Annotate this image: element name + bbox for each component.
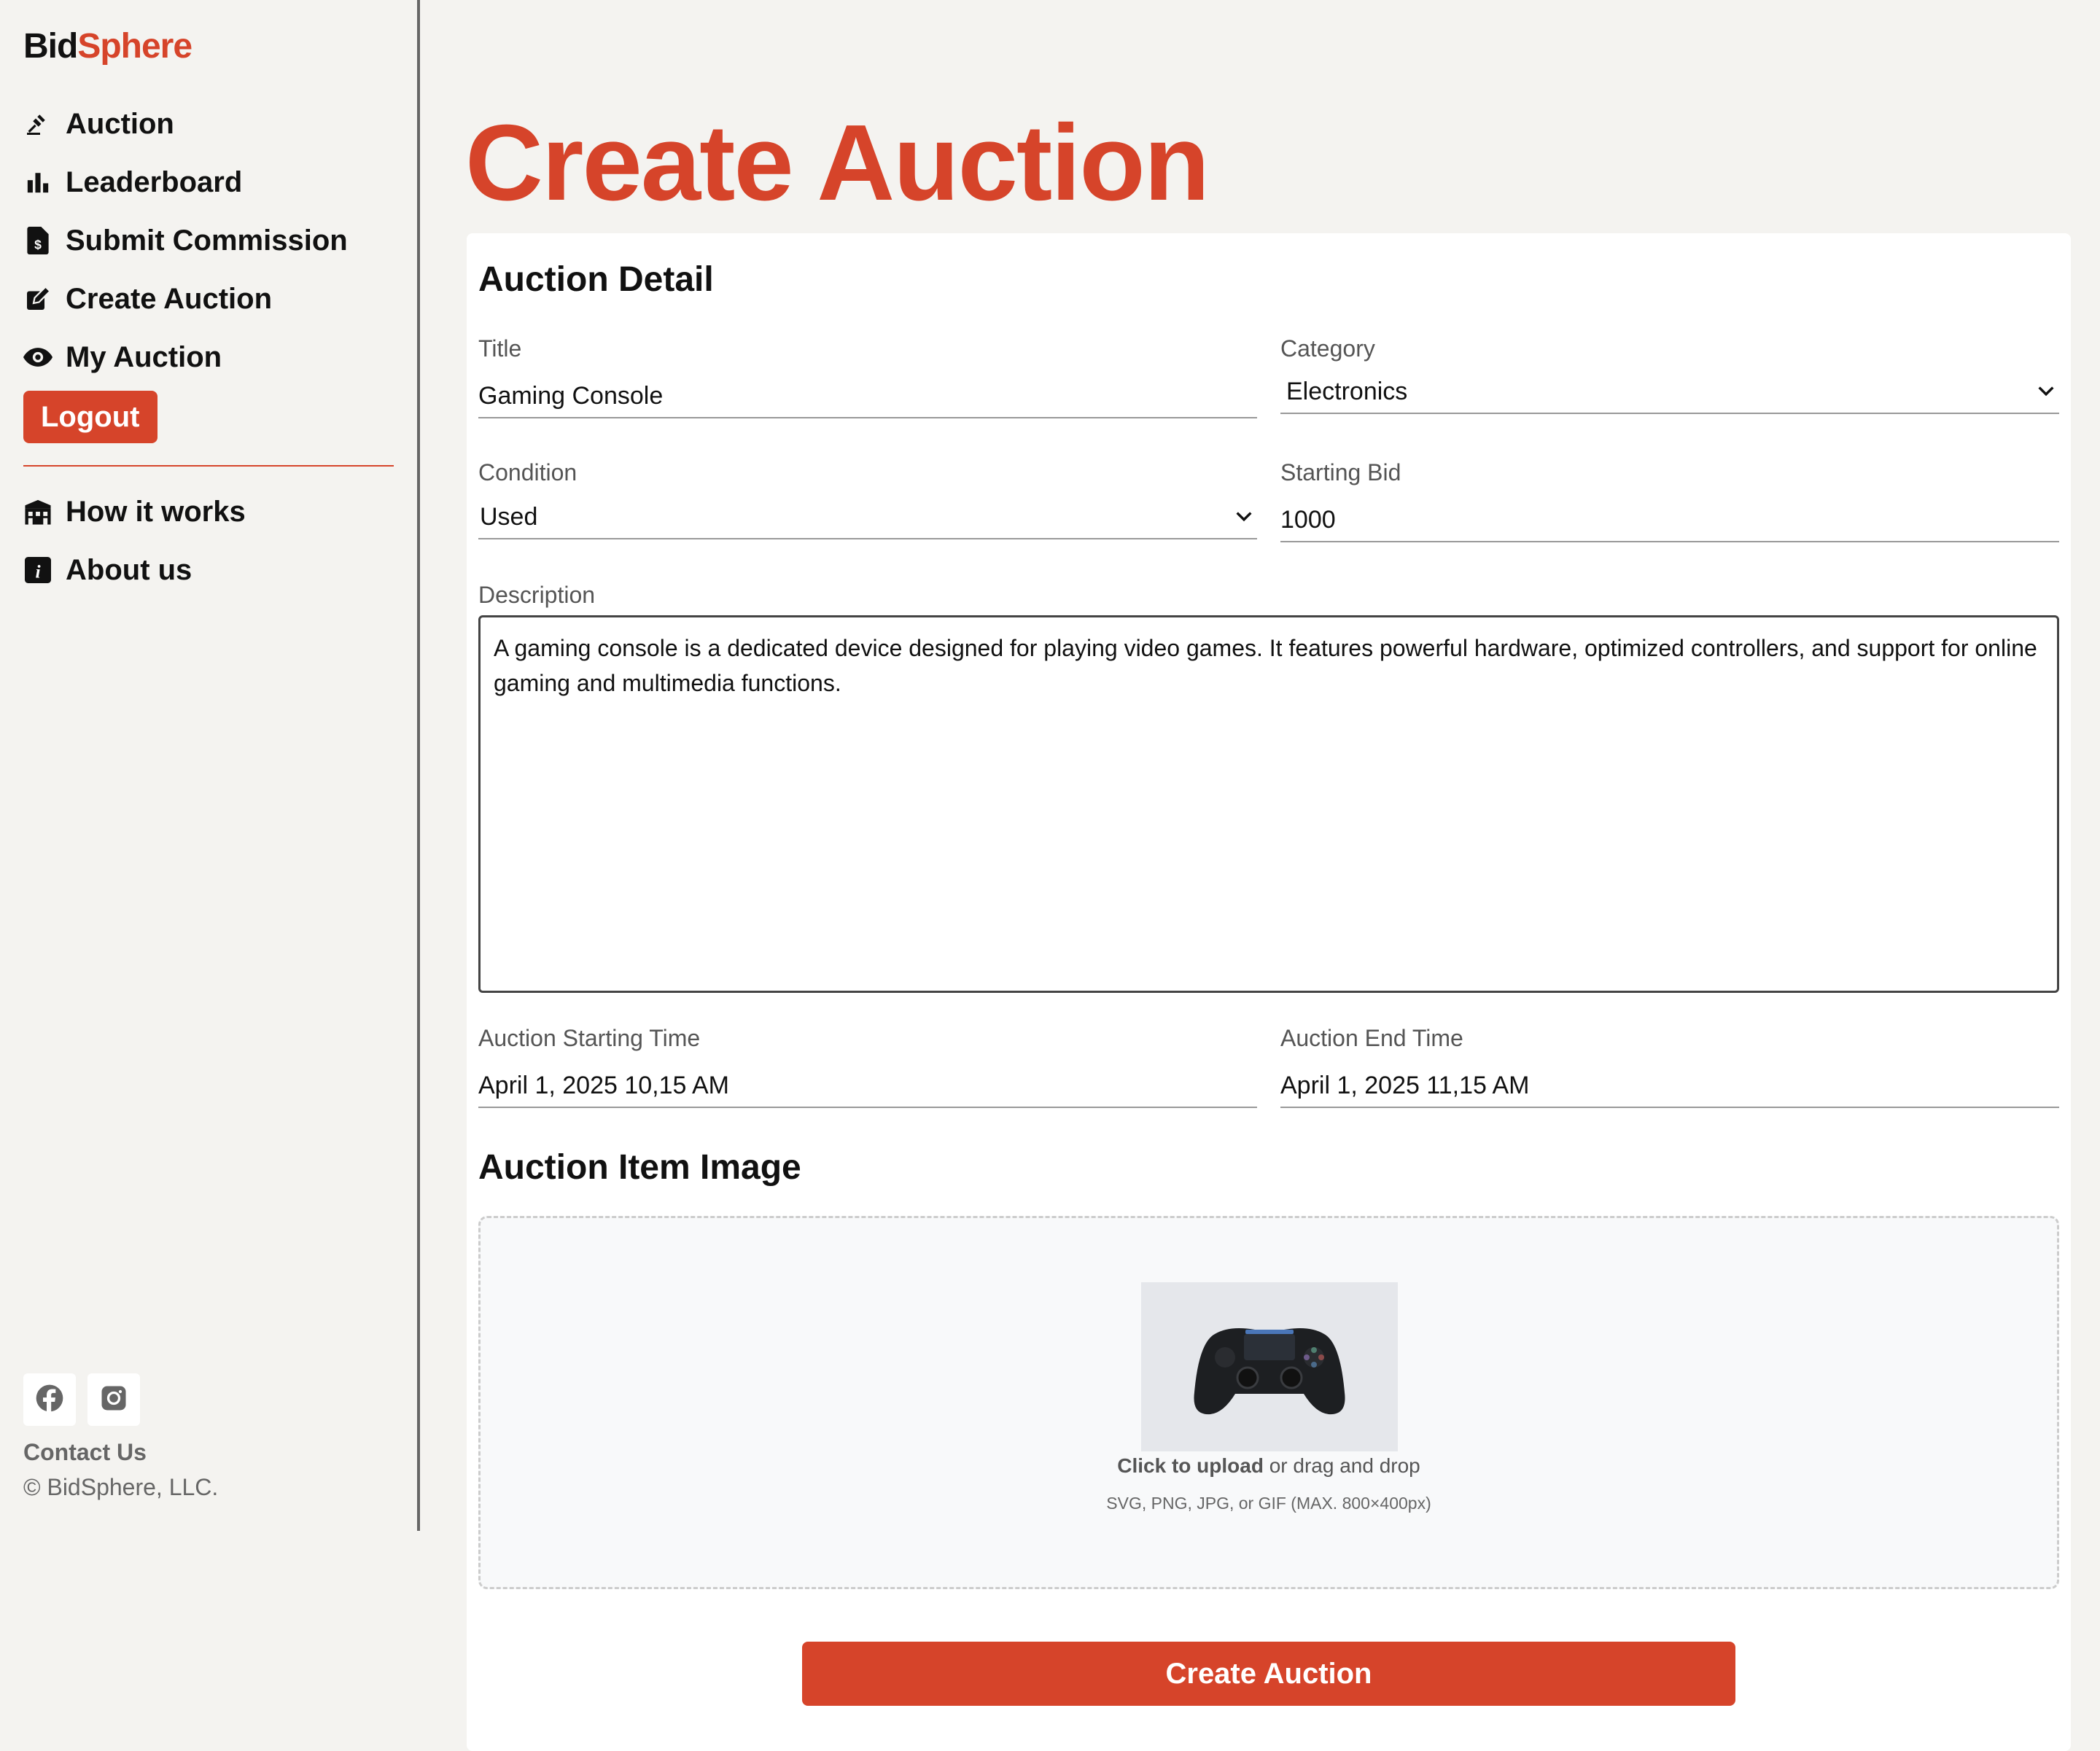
sidebar-item-leaderboard[interactable]: Leaderboard [23,153,348,211]
sidebar-item-about-us[interactable]: i About us [23,541,246,599]
sidebar-item-label: Create Auction [66,282,273,315]
eye-icon [23,343,52,372]
facebook-link[interactable] [23,1373,76,1426]
upload-rest-text: or drag and drop [1263,1454,1420,1477]
sidebar-item-submit-commission[interactable]: $ Submit Commission [23,211,348,270]
sidebar-item-how-it-works[interactable]: How it works [23,483,246,541]
end-time-input[interactable]: April 1, 2025 11,15 AM [1280,1064,2059,1108]
sidebar-item-label: My Auction [66,340,222,373]
sidebar-nav: Auction Leaderboard $ Submit Commission … [23,95,348,386]
auction-form-card: Auction Detail Title Gaming Console Cate… [467,233,2071,1751]
end-time-label: Auction End Time [1280,1025,1463,1051]
starting-bid-input[interactable]: 1000 [1280,499,2059,542]
category-select[interactable]: Electronics [1280,370,2059,414]
brand-name-part1: Bid [23,27,78,66]
category-select-value: Electronics [1286,377,1408,405]
start-time-label: Auction Starting Time [478,1025,701,1051]
sidebar-item-label: How it works [66,495,246,528]
instagram-icon [101,1385,127,1415]
upload-hint: SVG, PNG, JPG, or GIF (MAX. 800×400px) [1106,1494,1431,1513]
image-dropzone[interactable]: Click to upload or drag and drop SVG, PN… [478,1216,2059,1589]
title-input-value: Gaming Console [478,381,664,410]
condition-select[interactable]: Used [478,496,1257,539]
svg-text:i: i [35,561,40,582]
create-auction-button[interactable]: Create Auction [802,1642,1735,1706]
auction-image-heading: Auction Item Image [478,1148,801,1187]
bank-icon [23,497,52,526]
sidebar-item-label: Submit Commission [66,224,348,257]
sidebar: BidSphere Auction Leaderboard $ Submit C… [0,0,420,1531]
chevron-down-icon [1234,507,1254,527]
sidebar-item-label: Auction [66,107,174,140]
brand-logo[interactable]: BidSphere [23,26,192,66]
sidebar-item-label: About us [66,553,192,586]
svg-text:$: $ [34,238,42,252]
description-textarea[interactable]: A gaming console is a dedicated device d… [478,615,2059,993]
end-time-input-value: April 1, 2025 11,15 AM [1280,1071,1530,1099]
start-time-input[interactable]: April 1, 2025 10,15 AM [478,1064,1257,1108]
chevron-down-icon [2036,381,2056,402]
sidebar-item-my-auction[interactable]: My Auction [23,328,348,386]
info-icon: i [23,555,52,585]
title-label: Title [478,335,522,362]
brand-name-part2: Sphere [77,27,192,66]
description-label: Description [478,582,596,608]
sidebar-item-label: Leaderboard [66,165,243,198]
condition-select-value: Used [480,502,538,531]
upload-instructions: Click to upload or drag and drop [481,1454,2057,1478]
page-title: Create Auction [465,103,1210,223]
app-root: BidSphere Auction Leaderboard $ Submit C… [0,0,2100,1751]
sidebar-divider [23,465,394,467]
category-label: Category [1280,335,1375,362]
facebook-icon [35,1384,64,1416]
click-to-upload-link[interactable]: Click to upload [1117,1454,1264,1477]
sidebar-secondary-nav: How it works i About us [23,483,246,599]
gavel-icon [23,109,52,139]
social-links [23,1373,140,1426]
description-textarea-value: A gaming console is a dedicated device d… [494,635,2037,696]
dollar-file-icon: $ [23,226,52,255]
auction-detail-heading: Auction Detail [478,260,714,299]
sidebar-item-create-auction[interactable]: Create Auction [23,270,348,328]
logout-button[interactable]: Logout [23,391,158,443]
edit-icon [23,284,52,313]
contact-us-link[interactable]: Contact Us [23,1439,147,1466]
image-preview [1141,1282,1398,1451]
starting-bid-label: Starting Bid [1280,459,1401,485]
starting-bid-input-value: 1000 [1280,505,1336,534]
game-controller-image [1194,1328,1345,1415]
start-time-input-value: April 1, 2025 10,15 AM [478,1071,730,1099]
title-input[interactable]: Gaming Console [478,375,1257,418]
copyright-text: © BidSphere, LLC. [23,1474,219,1500]
bar-chart-icon [23,168,52,197]
condition-label: Condition [478,459,578,485]
instagram-link[interactable] [88,1373,140,1426]
sidebar-item-auction[interactable]: Auction [23,95,348,153]
